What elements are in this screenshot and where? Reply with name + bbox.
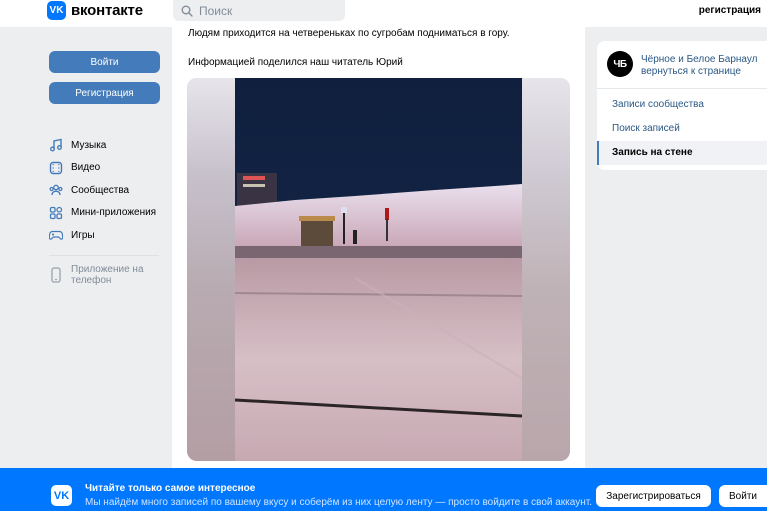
sidebar-item-label: Видео xyxy=(71,162,101,174)
sidebar-item-label: Сообщества xyxy=(71,184,130,196)
video-blur-left xyxy=(187,78,235,461)
sidebar-item-mini-apps[interactable]: Мини-приложения xyxy=(49,202,174,225)
search-icon xyxy=(181,5,193,17)
top-header: VK вконтакте Поиск регистрация xyxy=(0,0,767,27)
menu-wall-post[interactable]: Запись на стене xyxy=(597,141,767,165)
vk-logo-text: вконтакте xyxy=(71,2,143,19)
search-input[interactable]: Поиск xyxy=(173,0,345,21)
vk-logo-icon: VK xyxy=(47,1,66,20)
video-still-image xyxy=(235,78,522,461)
banner-register-button[interactable]: Зарегистрироваться xyxy=(596,485,711,507)
post-card: Людям приходится на четвереньках по сугр… xyxy=(172,27,585,468)
sidebar-item-label: Музыка xyxy=(71,139,107,151)
community-avatar[interactable]: ЧБ xyxy=(607,51,633,77)
sidebar-item-games[interactable]: Игры xyxy=(49,224,174,247)
post-video[interactable] xyxy=(187,78,570,461)
register-button[interactable]: Регистрация xyxy=(49,82,160,104)
mini-apps-icon xyxy=(49,206,63,219)
sidebar-item-label: Мини-приложения xyxy=(71,207,157,219)
games-icon xyxy=(49,231,63,240)
sidebar-item-music[interactable]: Музыка xyxy=(49,134,174,157)
post-text-line: Людям приходится на четвереньках по сугр… xyxy=(188,28,510,39)
menu-search-posts[interactable]: Поиск записей xyxy=(597,117,767,141)
login-button[interactable]: Войти xyxy=(49,51,160,73)
sidebar-divider xyxy=(49,255,159,256)
menu-community-posts[interactable]: Записи сообщества xyxy=(597,93,767,117)
music-icon xyxy=(50,138,62,152)
sidebar-nav: Музыка Видео Сообщества Мини-приложения … xyxy=(49,134,174,247)
video-blur-right xyxy=(522,78,570,461)
register-link[interactable]: регистрация xyxy=(699,5,761,16)
app-promo-link[interactable]: Приложение на телефон xyxy=(49,264,151,286)
vk-banner-logo-icon: VK xyxy=(51,485,72,506)
sidebar-item-label: Игры xyxy=(71,229,95,241)
phone-icon xyxy=(51,267,61,283)
video-frame xyxy=(235,78,522,461)
video-icon xyxy=(49,161,63,174)
communities-icon xyxy=(49,184,63,196)
banner-subtitle: Мы найдём много записей по вашему вкусу … xyxy=(85,497,592,508)
banner-login-button[interactable]: Войти xyxy=(719,485,767,507)
sidebar-item-communities[interactable]: Сообщества xyxy=(49,179,174,202)
app-promo-label: Приложение на телефон xyxy=(71,264,144,286)
community-name-link[interactable]: Чёрное и Белое Барнаул xyxy=(641,54,758,65)
post-text-line: Информацией поделился наш читатель Юрий xyxy=(188,57,403,68)
panel-divider xyxy=(597,88,767,89)
community-panel: ЧБ Чёрное и Белое Барнаул вернуться к ст… xyxy=(597,41,767,170)
banner-title: Читайте только самое интересное xyxy=(85,483,256,494)
sidebar-item-video[interactable]: Видео xyxy=(49,157,174,180)
vk-logo[interactable]: VK вконтакте xyxy=(47,1,143,20)
search-placeholder: Поиск xyxy=(199,3,233,18)
back-to-page-link[interactable]: вернуться к странице xyxy=(641,66,741,77)
